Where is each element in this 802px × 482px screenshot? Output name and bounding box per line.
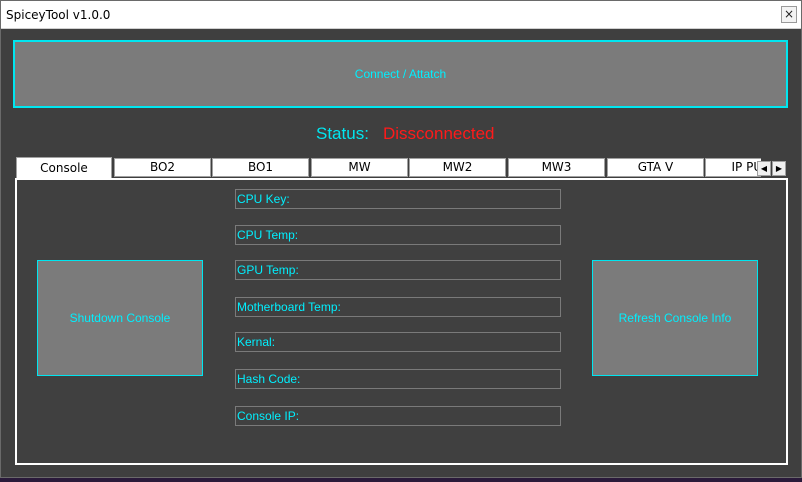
refresh-console-info-button[interactable]: Refresh Console Info [592, 260, 758, 376]
motherboard-temp-field: Motherboard Temp: [235, 297, 561, 317]
tab-mw[interactable]: MW [311, 158, 408, 177]
cpu-temp-field: CPU Temp: [235, 225, 561, 245]
console-ip-field: Console IP: [235, 406, 561, 426]
close-button[interactable]: × [781, 6, 797, 23]
shutdown-console-button[interactable]: Shutdown Console [37, 260, 203, 376]
tab-mw3[interactable]: MW3 [508, 158, 605, 177]
tab-scroll-right-button[interactable]: ▶ [772, 161, 786, 176]
connect-button[interactable]: Connect / Attatch [13, 40, 788, 108]
tab-console[interactable]: Console [16, 157, 112, 178]
gpu-temp-field: GPU Temp: [235, 260, 561, 280]
arrow-right-icon: ▶ [775, 164, 783, 173]
cpu-key-field: CPU Key: [235, 189, 561, 209]
kernal-field: Kernal: [235, 332, 561, 352]
tab-scroll-left-button[interactable]: ◀ [757, 161, 771, 176]
tab-mw2[interactable]: MW2 [409, 158, 506, 177]
title-bar[interactable]: SpiceyTool v1.0.0 × [1, 1, 801, 29]
tab-bo1[interactable]: BO1 [212, 158, 309, 177]
console-tab-panel: Shutdown Console Refresh Console Info CP… [15, 178, 788, 465]
close-icon: × [783, 7, 795, 21]
hash-code-field: Hash Code: [235, 369, 561, 389]
tab-strip: Console BO2 BO1 MW MW2 MW3 GTA V IP PULL [15, 157, 761, 178]
status-label: Status: [316, 124, 369, 143]
tab-ip-pull[interactable]: IP PULL [705, 158, 761, 177]
main-window: SpiceyTool v1.0.0 × Connect / Attatch St… [0, 0, 802, 478]
arrow-left-icon: ◀ [760, 164, 768, 173]
tab-gta-v[interactable]: GTA V [607, 158, 704, 177]
status-value: Dissconnected [383, 124, 495, 143]
tab-bo2[interactable]: BO2 [114, 158, 211, 177]
window-title: SpiceyTool v1.0.0 [6, 8, 111, 22]
